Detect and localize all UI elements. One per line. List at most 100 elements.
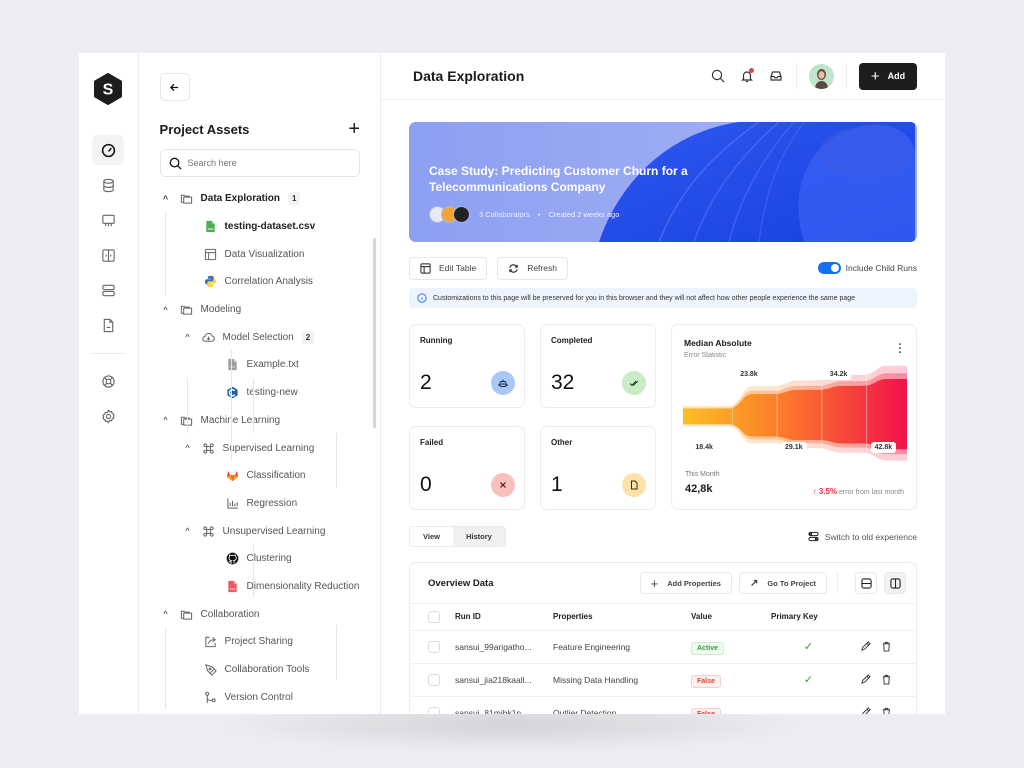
- data-label: 23.8k: [736, 369, 762, 380]
- tree-item[interactable]: CSV testing-dataset.csv: [160, 213, 360, 241]
- tree-item[interactable]: TXT Example.txt: [160, 351, 360, 379]
- rail-support-button[interactable]: [92, 366, 124, 396]
- tree-item[interactable]: Data Visualization: [160, 240, 360, 268]
- rail-database-button[interactable]: [92, 170, 124, 200]
- chevron-up-icon[interactable]: ^: [160, 305, 172, 315]
- stat-card-completed[interactable]: Completed 32: [540, 324, 656, 408]
- rail-document-button[interactable]: [92, 310, 124, 340]
- data-label: 29.1k: [781, 442, 807, 453]
- inbox-button[interactable]: [768, 68, 784, 84]
- edit-table-button[interactable]: Edit Table: [409, 256, 488, 280]
- page-toolbar: Edit Table Refresh Include Child Runs: [409, 256, 917, 280]
- pencil-icon[interactable]: [860, 707, 871, 714]
- user-avatar[interactable]: [809, 63, 834, 89]
- go-to-project-button[interactable]: ↗ Go To Project: [738, 572, 827, 594]
- table-row[interactable]: sansui_81mibk1n... Outlier Detection Fal…: [410, 696, 916, 714]
- x-icon: [491, 473, 515, 497]
- stat-card-failed[interactable]: Failed 0: [409, 426, 525, 510]
- chevron-up-icon[interactable]: ^: [160, 609, 172, 619]
- chart-title: Median Absolute: [684, 338, 752, 348]
- chevron-up-icon[interactable]: ^: [160, 194, 172, 204]
- main-content: Data Exploration + Add Case Study: Predi…: [381, 53, 945, 714]
- tree-folder[interactable]: ^ Supervised Learning: [160, 434, 360, 462]
- pdf-icon: PDF: [226, 579, 240, 593]
- rail-server-button[interactable]: [92, 275, 124, 305]
- pencil-icon[interactable]: [860, 674, 871, 685]
- table-row[interactable]: sansui_99arigatho... Feature Engineering…: [410, 630, 916, 664]
- column-value[interactable]: Value: [691, 604, 771, 631]
- search-button[interactable]: [710, 68, 726, 84]
- primary-key-check-icon: [771, 696, 846, 714]
- add-properties-button[interactable]: + Add Properties: [639, 572, 732, 594]
- stat-card-other[interactable]: Other 1: [540, 426, 656, 510]
- assets-search[interactable]: [159, 149, 360, 177]
- tree-folder[interactable]: ^ Model Selection 2: [160, 323, 360, 351]
- select-all-checkbox[interactable]: [428, 610, 440, 623]
- collaborator-avatar[interactable]: [453, 206, 470, 223]
- rail-layout-button[interactable]: [92, 240, 124, 270]
- refresh-button[interactable]: Refresh: [497, 256, 568, 280]
- app-logo[interactable]: S: [92, 73, 124, 105]
- tree-item-label: Modeling: [200, 304, 242, 316]
- trash-icon[interactable]: [881, 707, 892, 714]
- column-layout-button[interactable]: [884, 572, 906, 594]
- tree-item[interactable]: testing-new: [160, 379, 360, 407]
- tree-item[interactable]: PDF Dimensionality Reduction: [160, 573, 360, 601]
- back-button[interactable]: [159, 73, 190, 101]
- more-options-button[interactable]: · · ·: [898, 340, 902, 359]
- count-badge: 1: [288, 192, 301, 206]
- include-child-runs-toggle[interactable]: [817, 262, 841, 274]
- assets-scrollbar[interactable]: [373, 238, 376, 428]
- add-button[interactable]: + Add: [859, 62, 917, 90]
- tree-item[interactable]: Regression: [160, 490, 360, 518]
- tree-folder[interactable]: ^ Machine Learning: [160, 407, 360, 435]
- chevron-up-icon[interactable]: ^: [182, 332, 194, 342]
- notification-dot: [749, 68, 754, 73]
- topbar-divider: [846, 63, 847, 89]
- trash-icon[interactable]: [881, 674, 892, 685]
- tree-guide-line: [230, 350, 232, 460]
- tree-item[interactable]: Project Sharing: [160, 628, 360, 656]
- tree-folder[interactable]: ^ Data Exploration 1: [160, 185, 360, 213]
- add-asset-button[interactable]: +: [348, 119, 360, 139]
- tab-view[interactable]: View: [410, 527, 453, 546]
- table-row[interactable]: sansui_jia218kaall... Missing Data Handl…: [410, 663, 916, 697]
- case-study-banner[interactable]: Case Study: Predicting Customer Churn fo…: [409, 122, 917, 242]
- tree-folder[interactable]: ^ Unsupervised Learning: [160, 517, 360, 545]
- chevron-up-icon[interactable]: ^: [182, 443, 194, 453]
- stat-card-running[interactable]: Running 2: [409, 324, 525, 408]
- trash-icon[interactable]: [881, 641, 892, 652]
- inbox-icon: [770, 71, 782, 81]
- row-checkbox[interactable]: [428, 706, 440, 714]
- row-checkbox[interactable]: [428, 673, 440, 686]
- notifications-button[interactable]: [739, 68, 755, 84]
- tree-item[interactable]: Classification: [160, 462, 360, 490]
- banner-title: Case Study: Predicting Customer Churn fo…: [429, 164, 688, 194]
- search-input[interactable]: [187, 158, 338, 168]
- column-primary-key[interactable]: Primary Key: [771, 604, 846, 631]
- tree-item[interactable]: Correlation Analysis: [160, 268, 360, 296]
- chevron-up-icon[interactable]: ^: [160, 415, 172, 425]
- cloud-icon: [202, 330, 216, 344]
- tree-item[interactable]: Collaboration Tools: [160, 656, 360, 684]
- rail-presentation-button[interactable]: [92, 205, 124, 235]
- arrow-left-icon: [169, 83, 179, 91]
- row-layout-button[interactable]: [855, 572, 877, 594]
- pencil-icon[interactable]: [860, 641, 871, 652]
- column-run-id[interactable]: Run ID: [455, 604, 553, 631]
- switch-old-experience-link[interactable]: Switch to old experience: [808, 531, 917, 542]
- tab-history[interactable]: History: [452, 527, 505, 546]
- tree-folder[interactable]: ^ Collaboration: [160, 600, 360, 628]
- rail-dashboard-button[interactable]: [92, 135, 125, 165]
- column-properties[interactable]: Properties: [553, 604, 691, 631]
- folder-icon: [180, 607, 194, 621]
- tree-folder[interactable]: ^ Modeling: [160, 296, 360, 324]
- rail-settings-button[interactable]: [92, 401, 124, 431]
- chevron-up-icon[interactable]: ^: [182, 526, 194, 536]
- tree-guide-line: [186, 378, 188, 433]
- command-icon: [202, 441, 216, 455]
- data-label: 34.2k: [825, 369, 852, 380]
- row-checkbox[interactable]: [428, 640, 440, 653]
- tree-item[interactable]: Clustering: [160, 545, 360, 573]
- tree-item[interactable]: Version Control: [160, 683, 360, 711]
